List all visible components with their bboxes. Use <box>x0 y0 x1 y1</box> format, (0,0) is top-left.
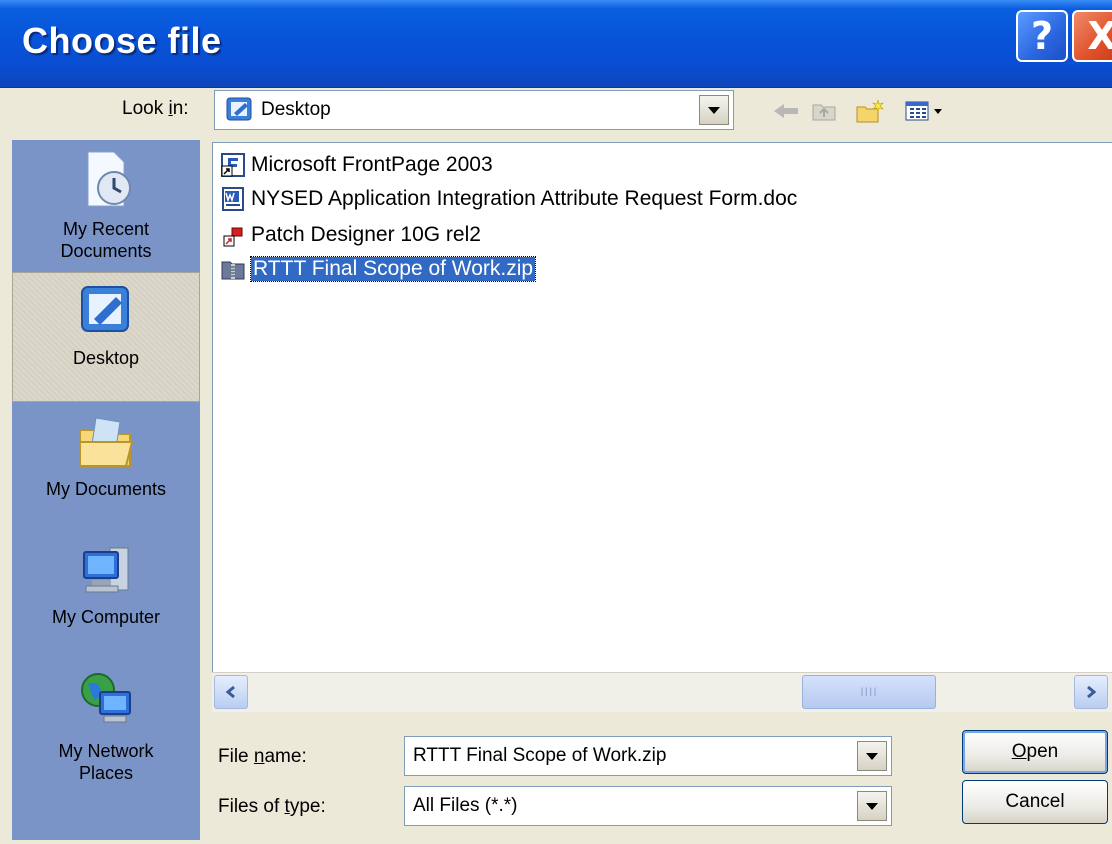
window-title: Choose file <box>22 20 222 61</box>
scroll-right-button[interactable] <box>1074 675 1108 709</box>
word-document-icon <box>219 185 247 213</box>
my-documents-icon <box>79 417 134 467</box>
place-my-recent-documents[interactable]: My Recent Documents <box>12 148 200 268</box>
back-arrow-icon <box>774 104 798 118</box>
lookin-value: Desktop <box>261 99 331 120</box>
place-desktop[interactable]: Desktop <box>12 272 200 402</box>
horizontal-scrollbar[interactable]: IIII <box>212 672 1112 712</box>
filename-dropdown-button[interactable] <box>857 741 887 771</box>
chevron-left-icon <box>225 685 235 699</box>
filetype-value: All Files (*.*) <box>413 795 518 816</box>
filetype-select[interactable]: All Files (*.*) <box>404 786 892 826</box>
filename-value[interactable]: RTTT Final Scope of Work.zip <box>413 745 666 767</box>
chevron-down-icon <box>866 752 878 760</box>
desktop-icon <box>225 95 255 130</box>
list-item[interactable]: NYSED Application Integration Attribute … <box>219 183 797 215</box>
new-folder-icon <box>856 99 884 123</box>
my-computer-icon <box>83 547 129 593</box>
network-places-icon <box>81 673 131 723</box>
list-item[interactable]: Patch Designer 10G rel2 <box>219 219 481 251</box>
view-menu-icon <box>905 101 942 121</box>
view-menu-button[interactable] <box>898 96 958 126</box>
back-button[interactable] <box>768 96 804 126</box>
lookin-dropdown[interactable]: Desktop <box>214 90 734 130</box>
file-list[interactable]: Microsoft FrontPage 2003 NYSED Applicati… <box>212 142 1112 712</box>
lookin-label: Look in: <box>122 98 189 119</box>
chevron-down-icon <box>708 106 720 114</box>
place-my-network-places[interactable]: My Network Places <box>12 668 200 792</box>
open-button[interactable]: Open <box>962 730 1108 774</box>
chevron-right-icon <box>1087 685 1097 699</box>
title-bar[interactable]: Choose file ? X <box>0 0 1112 88</box>
chevron-down-icon <box>866 802 878 810</box>
desktop-icon <box>81 286 129 332</box>
filename-label: File name: <box>218 746 307 767</box>
list-item[interactable]: Microsoft FrontPage 2003 <box>219 149 493 181</box>
zip-folder-icon <box>219 255 247 283</box>
up-folder-icon <box>812 104 836 121</box>
frontpage-shortcut-icon <box>219 151 247 179</box>
scrollbar-thumb[interactable]: IIII <box>802 675 936 709</box>
new-folder-button[interactable] <box>852 96 888 126</box>
filetype-label: Files of type: <box>218 796 326 817</box>
up-folder-button[interactable] <box>806 96 842 126</box>
cancel-button[interactable]: Cancel <box>962 780 1108 824</box>
help-button[interactable]: ? <box>1016 10 1068 62</box>
lookin-dropdown-button[interactable] <box>699 95 729 125</box>
close-button[interactable]: X <box>1072 10 1112 62</box>
recent-documents-icon <box>87 151 131 207</box>
filename-input[interactable]: RTTT Final Scope of Work.zip <box>404 736 892 776</box>
list-item[interactable]: RTTT Final Scope of Work.zip <box>219 253 537 285</box>
scroll-left-button[interactable] <box>214 675 248 709</box>
place-my-documents[interactable]: My Documents <box>12 412 200 512</box>
place-my-computer[interactable]: My Computer <box>12 540 200 640</box>
filetype-dropdown-button[interactable] <box>857 791 887 821</box>
app-shortcut-icon <box>219 221 247 249</box>
